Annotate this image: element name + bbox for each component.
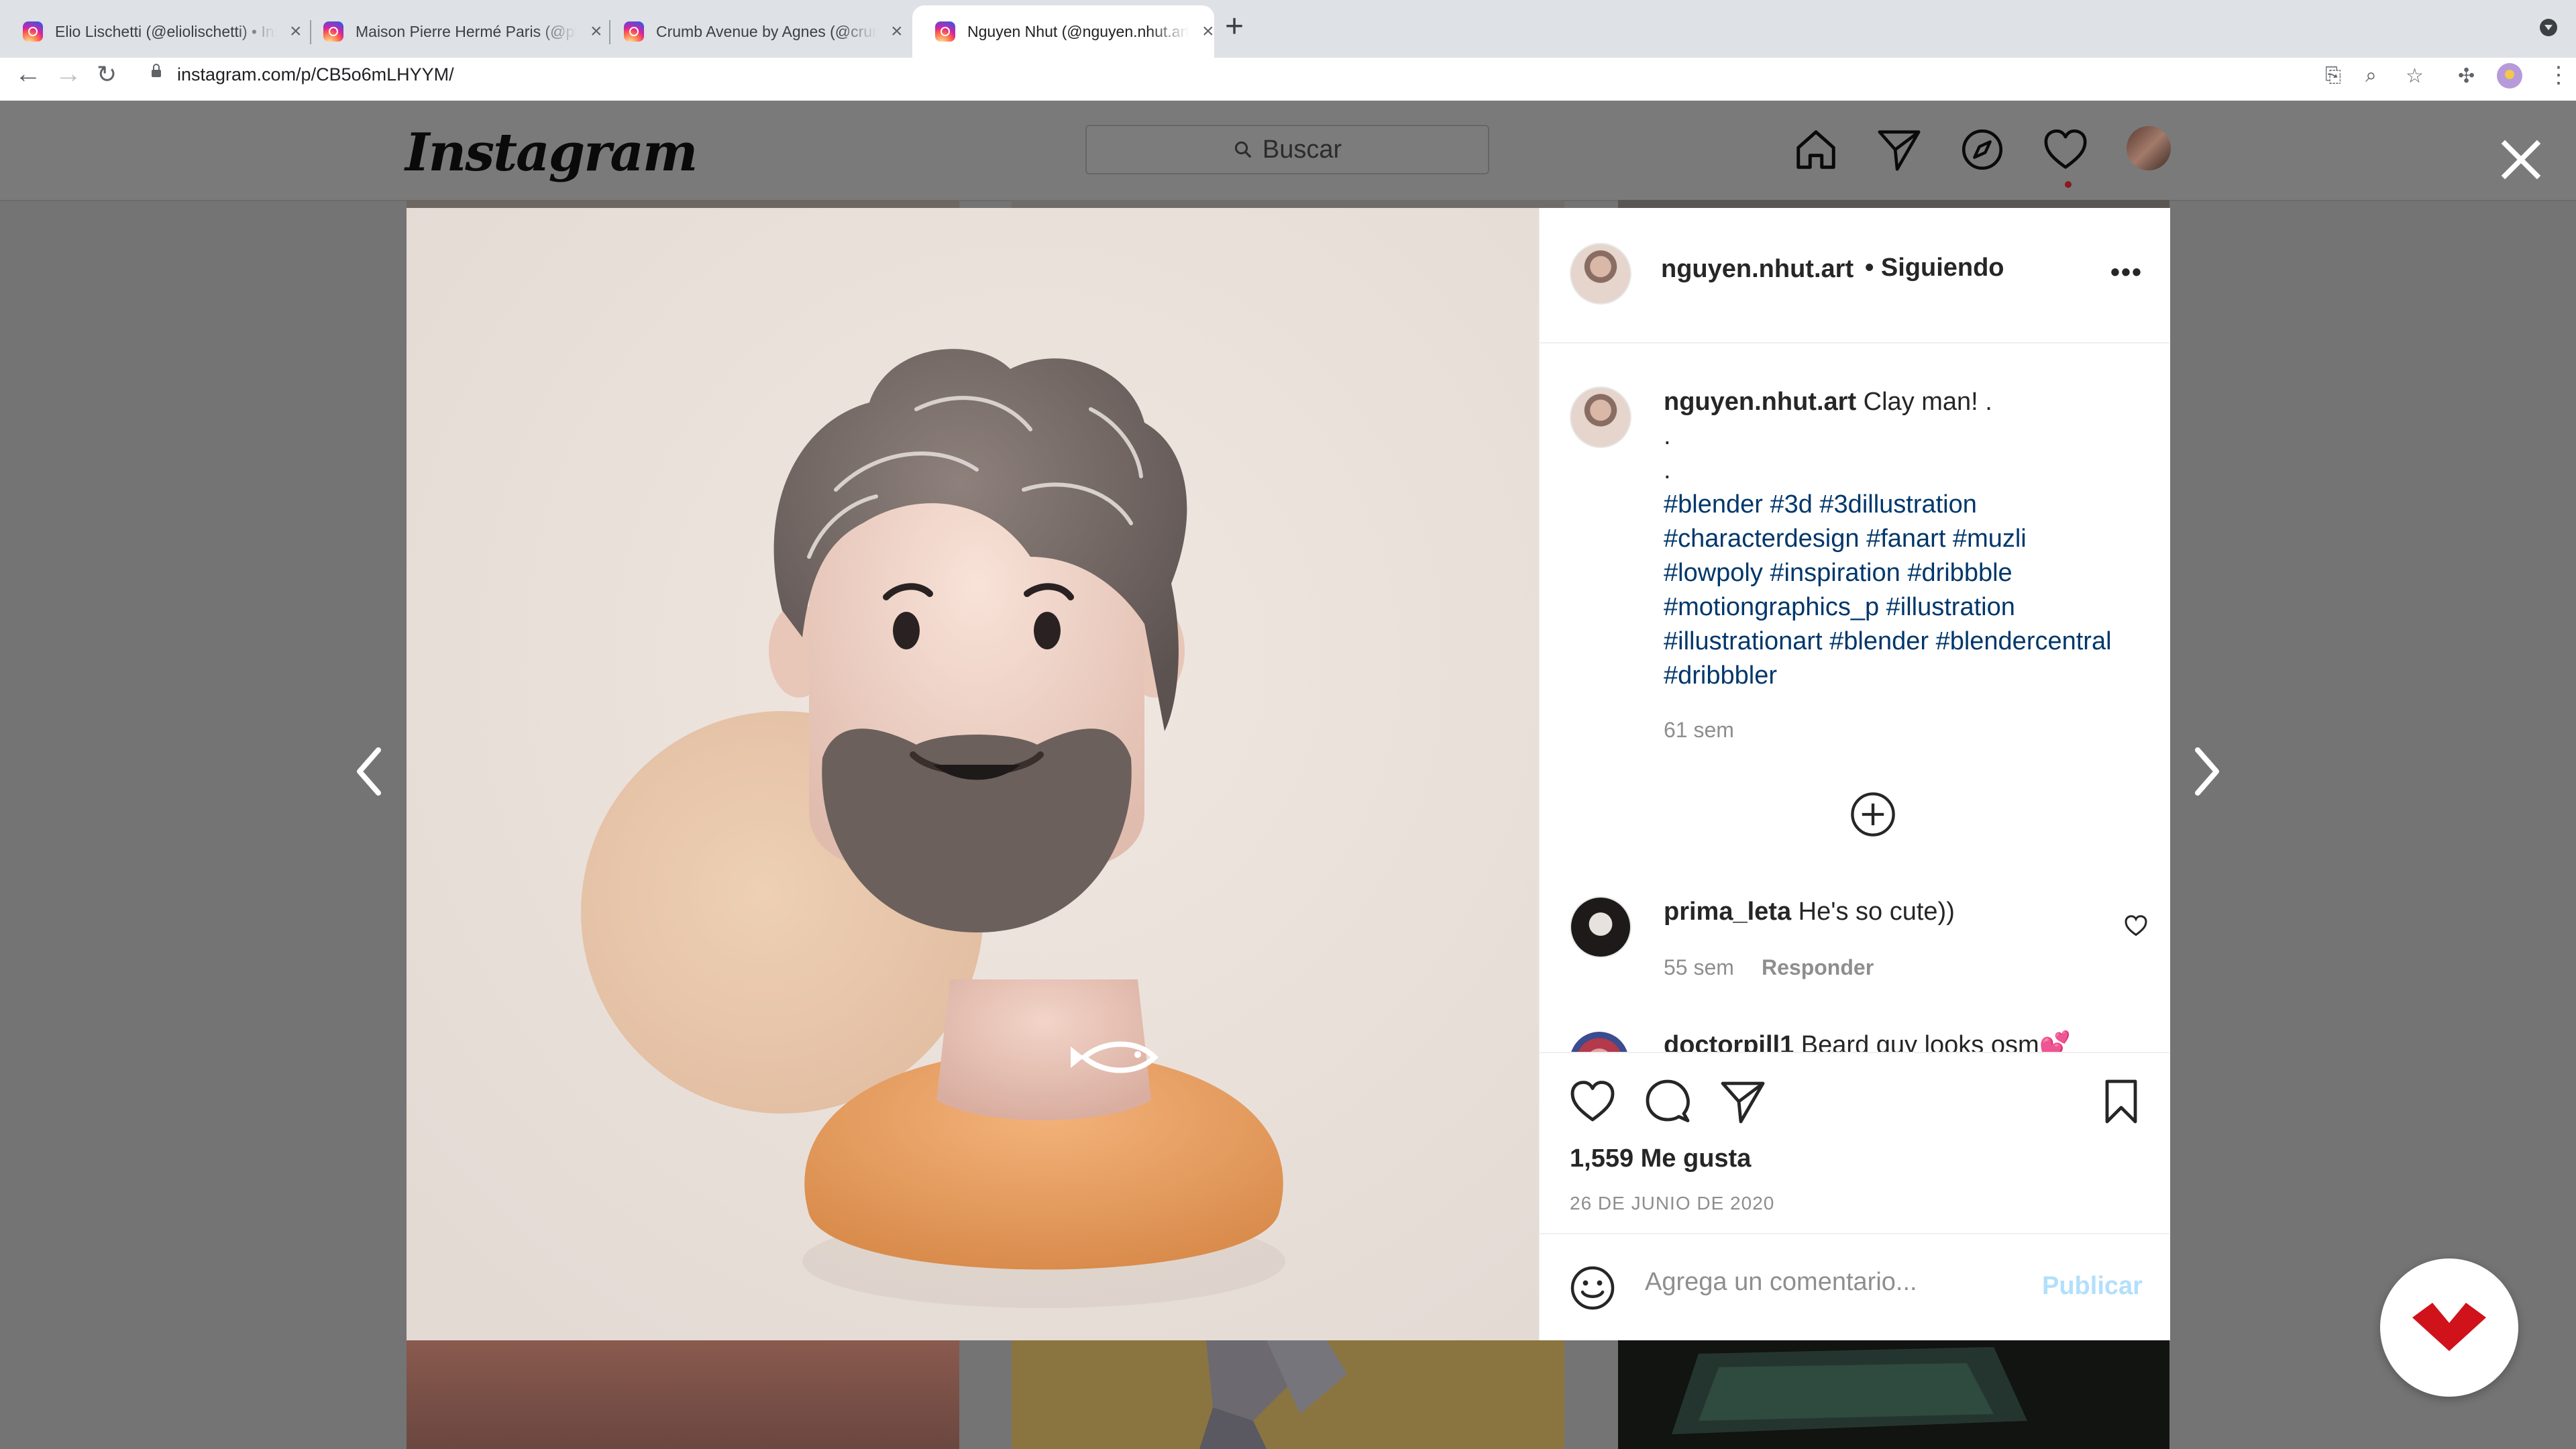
tab-close-icon[interactable]: × bbox=[290, 20, 302, 43]
author-avatar[interactable] bbox=[1570, 243, 1631, 305]
lock-icon[interactable] bbox=[152, 64, 161, 77]
clay-man-illustration bbox=[407, 208, 1539, 1340]
author-username[interactable]: nguyen.nhut.art bbox=[1661, 255, 1854, 284]
direct-icon[interactable] bbox=[1876, 126, 1923, 173]
grid-thumbnail-art bbox=[1672, 1347, 2027, 1434]
hashtag-line[interactable]: #characterdesign #fanart #muzli bbox=[1664, 522, 2147, 556]
address-bar[interactable]: instagram.com/p/CB5o6mLHYYM/ bbox=[177, 64, 454, 85]
browser-menu-icon[interactable]: ⋮ bbox=[2547, 62, 2570, 89]
search-icon bbox=[1234, 141, 1252, 158]
home-icon[interactable] bbox=[1792, 126, 1839, 173]
post-caption: nguyen.nhut.art Clay man! . . . #blender… bbox=[1664, 385, 2147, 693]
share-direct-icon[interactable] bbox=[1719, 1077, 1767, 1126]
save-bookmark-icon[interactable] bbox=[2097, 1077, 2145, 1126]
tab-search-icon[interactable] bbox=[2540, 19, 2557, 36]
profile-avatar[interactable] bbox=[2127, 126, 2171, 170]
red-logo-icon bbox=[2412, 1303, 2486, 1351]
browser-tab-active[interactable]: Nguyen Nhut (@nguyen.nhut.art) × bbox=[912, 5, 1214, 58]
translate-icon[interactable]: ⎘ bbox=[2325, 64, 2341, 87]
next-post-arrow-icon[interactable] bbox=[2190, 745, 2224, 798]
floating-app-badge[interactable] bbox=[2380, 1258, 2518, 1397]
search-placeholder: Buscar bbox=[1262, 135, 1342, 164]
post-date[interactable]: 26 DE JUNIO DE 2020 bbox=[1570, 1193, 1774, 1214]
tab-title: Maison Pierre Hermé Paris (@pierreherme) bbox=[356, 22, 577, 40]
close-icon[interactable] bbox=[2496, 134, 2546, 185]
caption-text: Clay man! . bbox=[1863, 388, 1992, 416]
extensions-icon[interactable]: ✣ bbox=[2458, 64, 2475, 88]
comment: prima_leta He's so cute)) bbox=[1664, 898, 1955, 926]
hashtag-line[interactable]: #lowpoly #inspiration #dribbble bbox=[1664, 556, 2147, 590]
grid-thumbnail[interactable] bbox=[407, 1340, 959, 1449]
actions-divider bbox=[1539, 1052, 2169, 1053]
commenter-avatar[interactable] bbox=[1570, 1032, 1629, 1052]
browser-tab[interactable]: Maison Pierre Hermé Paris (@pierreherme)… bbox=[301, 5, 602, 58]
grid-thumbnail[interactable] bbox=[1618, 1340, 2169, 1449]
instagram-favicon-icon bbox=[323, 21, 343, 42]
tab-close-icon[interactable]: × bbox=[1202, 20, 1214, 43]
hashtag-line[interactable]: #blender #3d #3dillustration bbox=[1664, 488, 2147, 522]
tab-title: Crumb Avenue by Agnes (@crumbavenue) bbox=[656, 22, 877, 40]
comment-scroll-area[interactable]: doctorpill1 Beard guy looks osm💕 bbox=[1539, 1020, 2169, 1052]
comment-like-heart-icon[interactable] bbox=[2124, 914, 2148, 938]
previous-post-arrow-icon[interactable] bbox=[352, 745, 386, 798]
add-comment-input[interactable] bbox=[1645, 1268, 2021, 1297]
activity-heart-icon[interactable] bbox=[2042, 126, 2089, 173]
comment: doctorpill1 Beard guy looks osm💕 bbox=[1664, 1030, 2071, 1052]
browser-tab[interactable]: Elio Lischetti (@eliolischetti) • Instag… bbox=[0, 5, 309, 58]
instagram-favicon-icon bbox=[935, 21, 955, 42]
like-count[interactable]: 1,559 Me gusta bbox=[1570, 1144, 1751, 1173]
comment-box-divider bbox=[1539, 1233, 2169, 1234]
browser-tab[interactable]: Crumb Avenue by Agnes (@crumbavenue) × bbox=[601, 5, 910, 58]
caption-dot: . bbox=[1664, 456, 1671, 484]
commenter-avatar[interactable] bbox=[1570, 896, 1631, 958]
grid-thumbnail[interactable] bbox=[1012, 200, 1564, 208]
tab-title: Elio Lischetti (@eliolischetti) • Instag… bbox=[55, 22, 276, 40]
comment-text: Beard guy looks osm💕 bbox=[1801, 1031, 2071, 1052]
emoji-icon[interactable] bbox=[1568, 1264, 1617, 1312]
instagram-logo[interactable]: Instagram bbox=[405, 122, 698, 183]
reply-button[interactable]: Responder bbox=[1762, 955, 1874, 980]
tab-close-icon[interactable]: × bbox=[590, 20, 602, 43]
browser-profile-avatar[interactable] bbox=[2497, 63, 2522, 89]
publish-button[interactable]: Publicar bbox=[2042, 1272, 2143, 1301]
caption-username[interactable]: nguyen.nhut.art bbox=[1664, 388, 1856, 416]
post-image[interactable] bbox=[407, 208, 1539, 1340]
notification-dot bbox=[2065, 181, 2072, 188]
grid-thumbnail[interactable] bbox=[1618, 200, 2169, 208]
comment-text: He's so cute)) bbox=[1798, 898, 1955, 926]
instagram-favicon-icon bbox=[23, 21, 43, 42]
grid-thumbnail-art bbox=[1199, 1340, 1347, 1449]
hashtag-line[interactable]: #dribbbler bbox=[1664, 659, 2147, 693]
forward-arrow-icon[interactable]: → bbox=[55, 59, 82, 89]
caption-timestamp[interactable]: 61 sem bbox=[1664, 718, 1734, 743]
caption-avatar[interactable] bbox=[1570, 386, 1631, 448]
zoom-icon[interactable]: ⌕ bbox=[2365, 64, 2377, 87]
tab-title: Nguyen Nhut (@nguyen.nhut.art) bbox=[967, 22, 1189, 40]
tab-close-icon[interactable]: × bbox=[891, 20, 903, 43]
load-more-comments-icon[interactable] bbox=[1849, 790, 1897, 839]
bookmark-star-icon[interactable]: ☆ bbox=[2406, 64, 2424, 88]
explore-icon[interactable] bbox=[1959, 126, 2006, 173]
comment-username[interactable]: prima_leta bbox=[1664, 898, 1791, 926]
header-divider bbox=[1539, 342, 2169, 343]
comment-username[interactable]: doctorpill1 bbox=[1664, 1031, 1794, 1052]
instagram-favicon-icon bbox=[624, 21, 644, 42]
comment-timestamp[interactable]: 55 sem bbox=[1664, 955, 1734, 980]
grid-thumbnail[interactable] bbox=[407, 200, 959, 208]
new-tab-button[interactable]: + bbox=[1225, 8, 1244, 45]
hashtag-line[interactable]: #motiongraphics_p #illustration bbox=[1664, 590, 2147, 625]
like-heart-icon[interactable] bbox=[1568, 1077, 1617, 1126]
back-arrow-icon[interactable]: ← bbox=[15, 59, 42, 89]
search-input[interactable]: Buscar bbox=[1085, 125, 1489, 174]
follow-status[interactable]: • Siguiendo bbox=[1865, 254, 2004, 282]
comment-bubble-icon[interactable] bbox=[1644, 1077, 1692, 1126]
grid-thumbnail[interactable] bbox=[1012, 1340, 1564, 1449]
hashtag-line[interactable]: #illustrationart #blender #blendercentra… bbox=[1664, 625, 2147, 659]
reload-icon[interactable]: ↻ bbox=[97, 60, 117, 89]
more-options-icon[interactable]: ••• bbox=[2110, 258, 2143, 288]
caption-dot: . bbox=[1664, 422, 1671, 450]
